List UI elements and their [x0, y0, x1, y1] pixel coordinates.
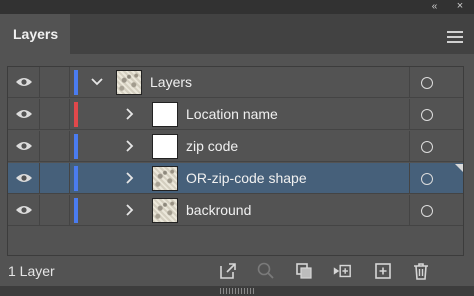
panel-footer: 1 Layer: [0, 258, 474, 286]
panel-tab-bar: Layers: [0, 14, 474, 54]
clipping-mask-icon[interactable]: [294, 261, 314, 281]
layer-thumbnail: [152, 134, 178, 159]
chevron-right-icon[interactable]: [122, 171, 136, 185]
visibility-toggle[interactable]: [8, 131, 40, 162]
target-cell[interactable]: [409, 195, 463, 226]
visibility-toggle[interactable]: [8, 99, 40, 130]
layer-row[interactable]: backround: [8, 195, 463, 226]
layers-panel: « × Layers Layers Location name zip code OR…: [0, 0, 474, 296]
target-cell[interactable]: [409, 67, 463, 98]
close-panel-icon[interactable]: ×: [452, 0, 468, 14]
layer-row[interactable]: OR-zip-code shape: [8, 163, 463, 194]
chevron-right-icon[interactable]: [122, 203, 136, 217]
layer-color-bar: [74, 134, 78, 159]
chevron-down-icon[interactable]: [90, 75, 104, 89]
layer-thumbnail: [152, 102, 178, 127]
layer-row[interactable]: Location name: [8, 99, 463, 130]
lock-toggle[interactable]: [40, 99, 70, 130]
layer-thumbnail: [116, 70, 142, 95]
layers-list: Layers Location name zip code OR-zip-code s…: [7, 66, 464, 256]
chevron-right-icon[interactable]: [122, 139, 136, 153]
layer-color-bar: [74, 198, 78, 223]
layer-color-bar: [74, 102, 78, 127]
layer-count: 1 Layer: [8, 263, 55, 279]
visibility-toggle[interactable]: [8, 195, 40, 226]
layer-name[interactable]: OR-zip-code shape: [186, 170, 307, 186]
collapse-panel-icon[interactable]: «: [426, 0, 442, 14]
layer-row[interactable]: zip code: [8, 131, 463, 162]
tab-layers-label: Layers: [13, 26, 59, 42]
selection-indicator: [455, 164, 463, 172]
eye-icon: [16, 110, 32, 118]
panel-top-strip: « ×: [0, 0, 474, 14]
layer-thumbnail: [152, 198, 178, 223]
search-icon[interactable]: [256, 261, 276, 281]
layer-row[interactable]: Layers: [8, 67, 463, 98]
tab-layers[interactable]: Layers: [0, 14, 70, 54]
new-sublayer-icon[interactable]: [332, 261, 352, 281]
layer-color-bar: [74, 166, 78, 191]
eye-icon: [16, 142, 32, 150]
layer-thumbnail: [152, 166, 178, 191]
layer-name[interactable]: backround: [186, 202, 251, 218]
target-circle-icon[interactable]: [421, 173, 433, 185]
eye-icon: [16, 174, 32, 182]
lock-toggle[interactable]: [40, 131, 70, 162]
layer-name[interactable]: Layers: [150, 74, 192, 90]
trash-icon[interactable]: [411, 261, 431, 281]
target-cell[interactable]: [409, 131, 463, 162]
eye-icon: [16, 78, 32, 86]
lock-toggle[interactable]: [40, 195, 70, 226]
layer-name[interactable]: zip code: [186, 138, 238, 154]
hamburger-menu-icon[interactable]: [447, 31, 463, 43]
resize-grip[interactable]: [220, 288, 254, 294]
lock-toggle[interactable]: [40, 163, 70, 194]
target-circle-icon[interactable]: [421, 141, 433, 153]
chevron-right-icon[interactable]: [122, 107, 136, 121]
layer-name[interactable]: Location name: [186, 106, 278, 122]
target-circle-icon[interactable]: [421, 205, 433, 217]
target-circle-icon[interactable]: [421, 109, 433, 121]
lock-toggle[interactable]: [40, 67, 70, 98]
visibility-toggle[interactable]: [8, 67, 40, 98]
target-circle-icon[interactable]: [421, 77, 433, 89]
visibility-toggle[interactable]: [8, 163, 40, 194]
new-layer-icon[interactable]: [373, 261, 393, 281]
target-cell[interactable]: [409, 99, 463, 130]
layer-color-bar: [74, 70, 78, 95]
eye-icon: [16, 206, 32, 214]
export-icon[interactable]: [218, 261, 238, 281]
